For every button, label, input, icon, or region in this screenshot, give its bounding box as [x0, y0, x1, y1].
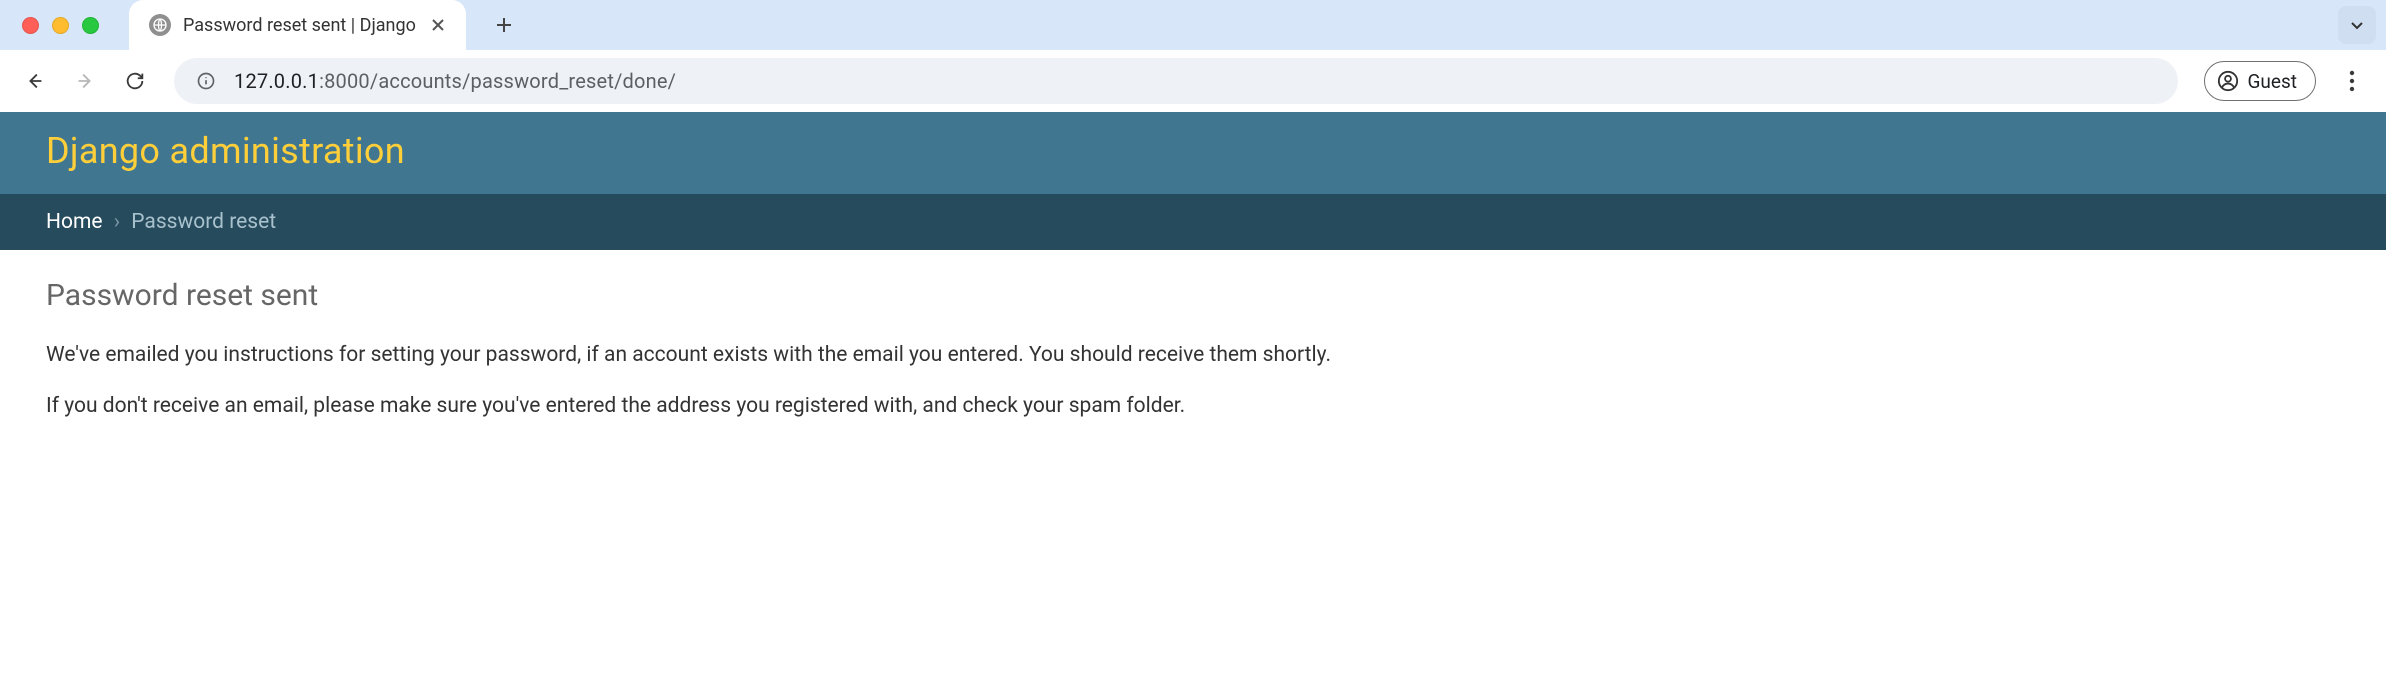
window-minimize-button[interactable] — [52, 17, 69, 34]
page-heading: Password reset sent — [46, 278, 2340, 313]
globe-icon — [149, 14, 171, 36]
info-icon[interactable] — [194, 69, 218, 93]
tab-overflow-button[interactable] — [2338, 6, 2376, 44]
person-icon — [2217, 70, 2239, 92]
tab-title: Password reset sent | Django — [183, 15, 416, 36]
page-content: Password reset sent We've emailed you in… — [0, 250, 2386, 472]
body-paragraph-2: If you don't receive an email, please ma… — [46, 392, 2340, 421]
tab-close-button[interactable] — [428, 15, 448, 35]
window-controls — [22, 17, 99, 34]
forward-button[interactable] — [64, 60, 106, 102]
url-text: 127.0.0.1:8000/accounts/password_reset/d… — [234, 69, 676, 93]
browser-tab[interactable]: Password reset sent | Django — [129, 0, 466, 50]
window-maximize-button[interactable] — [82, 17, 99, 34]
url-host: 127.0.0.1 — [234, 69, 319, 93]
tab-bar: Password reset sent | Django — [0, 0, 2386, 50]
browser-chrome: Password reset sent | Django 127.0.0. — [0, 0, 2386, 112]
admin-header: Django administration — [0, 112, 2386, 194]
breadcrumb-home-link[interactable]: Home — [46, 210, 103, 234]
breadcrumb-current: Password reset — [131, 210, 276, 234]
breadcrumb: Home › Password reset — [0, 194, 2386, 250]
site-title: Django administration — [46, 130, 2340, 172]
browser-toolbar: 127.0.0.1:8000/accounts/password_reset/d… — [0, 50, 2386, 112]
profile-button[interactable]: Guest — [2204, 61, 2316, 101]
browser-menu-button[interactable] — [2332, 61, 2372, 101]
profile-label: Guest — [2247, 70, 2297, 93]
new-tab-button[interactable] — [486, 7, 522, 43]
back-button[interactable] — [14, 60, 56, 102]
window-close-button[interactable] — [22, 17, 39, 34]
address-bar[interactable]: 127.0.0.1:8000/accounts/password_reset/d… — [174, 58, 2178, 104]
breadcrumb-separator: › — [114, 210, 120, 234]
reload-button[interactable] — [114, 60, 156, 102]
url-path: :8000/accounts/password_reset/done/ — [319, 69, 676, 93]
body-paragraph-1: We've emailed you instructions for setti… — [46, 341, 2340, 370]
